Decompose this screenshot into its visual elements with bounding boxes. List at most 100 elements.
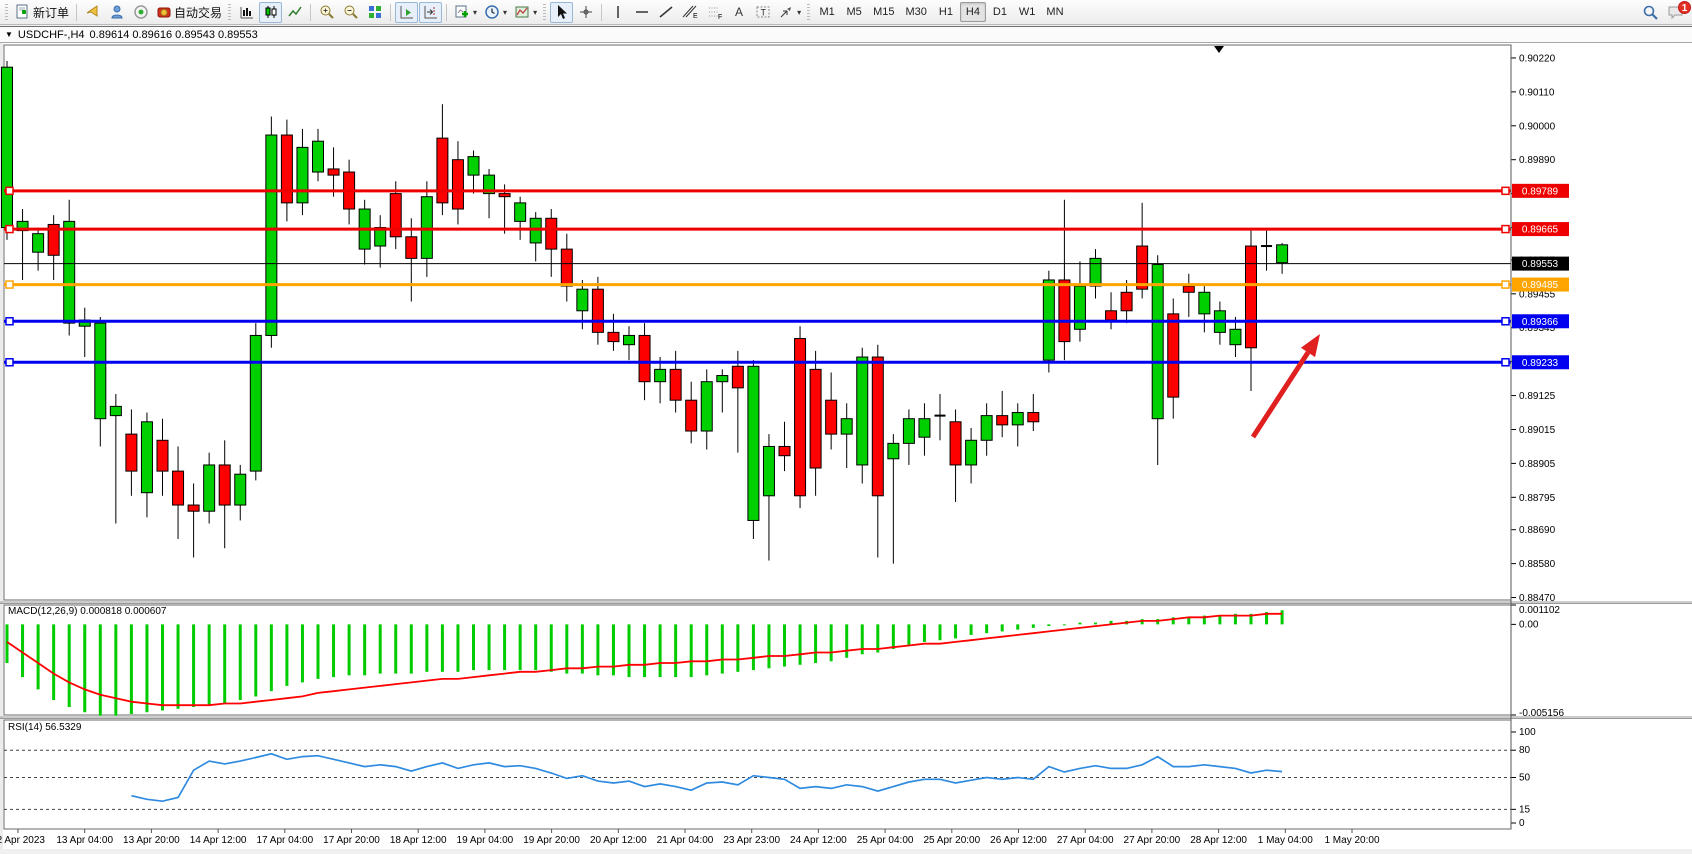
cursor-button[interactable] bbox=[550, 2, 573, 23]
label-button[interactable]: T bbox=[751, 2, 774, 23]
new-chart-button[interactable]: ▾ bbox=[451, 2, 480, 23]
line-chart-icon bbox=[287, 4, 303, 20]
hline-button[interactable] bbox=[630, 2, 653, 23]
separator bbox=[446, 4, 447, 21]
timeframe-H4[interactable]: H4 bbox=[960, 2, 986, 22]
svg-text:23 Apr 23:00: 23 Apr 23:00 bbox=[723, 835, 780, 846]
toolbar-grip bbox=[5, 4, 8, 21]
mt4-app: { "toolbar": { "new_order_label": "新订单",… bbox=[0, 0, 1692, 853]
sound-alert-button[interactable] bbox=[81, 2, 104, 23]
svg-text:0.89233: 0.89233 bbox=[1522, 358, 1559, 369]
separator bbox=[390, 4, 391, 21]
chart-shift-button[interactable] bbox=[419, 2, 442, 23]
indicators-icon bbox=[514, 4, 530, 20]
crosshair-icon bbox=[578, 4, 594, 20]
svg-text:17 Apr 04:00: 17 Apr 04:00 bbox=[256, 835, 313, 846]
svg-text:0.89125: 0.89125 bbox=[1519, 391, 1556, 402]
bar-chart-icon bbox=[239, 4, 255, 20]
candle-chart-button[interactable] bbox=[259, 2, 282, 23]
timeframe-M5[interactable]: M5 bbox=[841, 2, 867, 22]
new-order-icon bbox=[15, 4, 31, 20]
chart-title-bar[interactable]: ▼ USDCHF-,H4 0.89614 0.89616 0.89543 0.8… bbox=[0, 27, 1692, 43]
svg-text:24 Apr 12:00: 24 Apr 12:00 bbox=[790, 835, 847, 846]
search-button[interactable] bbox=[1639, 2, 1662, 23]
period-button[interactable]: ▾ bbox=[481, 2, 510, 23]
timeframe-group: M1M5M15M30H1H4D1W1MN bbox=[814, 2, 1068, 22]
shapes-button[interactable]: ▾ bbox=[775, 2, 804, 23]
vline-button[interactable] bbox=[606, 2, 629, 23]
main-toolbar: 新订单 自动交易 ▾ ▾ bbox=[0, 0, 1692, 25]
timeframe-M30[interactable]: M30 bbox=[901, 2, 932, 22]
dropdown-arrow-icon: ▾ bbox=[797, 8, 801, 17]
chart-svg[interactable]: 0.902200.901100.900000.898900.897800.896… bbox=[0, 43, 1692, 854]
svg-text:28 Apr 12:00: 28 Apr 12:00 bbox=[1190, 835, 1247, 846]
chat-button[interactable]: 1 bbox=[1663, 2, 1689, 23]
separator bbox=[76, 4, 77, 21]
new-order-button[interactable]: 新订单 bbox=[12, 2, 72, 23]
trendline-button[interactable] bbox=[654, 2, 677, 23]
svg-text:T: T bbox=[760, 8, 766, 18]
fibo-icon: E bbox=[681, 4, 699, 20]
timeframe-M15[interactable]: M15 bbox=[868, 2, 899, 22]
trendline-icon bbox=[658, 4, 674, 20]
text-button[interactable]: A bbox=[727, 2, 750, 23]
chart-window: ▼ USDCHF-,H4 0.89614 0.89616 0.89543 0.8… bbox=[0, 26, 1692, 853]
dropdown-arrow-icon: ▾ bbox=[473, 8, 477, 17]
timeframe-W1[interactable]: W1 bbox=[1014, 2, 1041, 22]
svg-text:18 Apr 12:00: 18 Apr 12:00 bbox=[390, 835, 447, 846]
auto-scroll-icon bbox=[399, 4, 415, 20]
signal-button[interactable] bbox=[129, 2, 152, 23]
indicators-button[interactable]: ▾ bbox=[511, 2, 540, 23]
svg-text:100: 100 bbox=[1519, 727, 1536, 738]
svg-text:19 Apr 04:00: 19 Apr 04:00 bbox=[457, 835, 514, 846]
timeframe-MN[interactable]: MN bbox=[1041, 2, 1068, 22]
svg-text:26 Apr 12:00: 26 Apr 12:00 bbox=[990, 835, 1047, 846]
chart-title-symbol: USDCHF-,H4 bbox=[18, 29, 85, 41]
text-a-icon: A bbox=[732, 4, 746, 20]
svg-text:0.89665: 0.89665 bbox=[1522, 225, 1559, 236]
svg-text:13 Apr 20:00: 13 Apr 20:00 bbox=[123, 835, 180, 846]
search-icon bbox=[1642, 4, 1659, 21]
svg-text:E: E bbox=[693, 13, 698, 20]
svg-text:0: 0 bbox=[1519, 818, 1525, 829]
svg-text:19 Apr 20:00: 19 Apr 20:00 bbox=[523, 835, 580, 846]
timeframe-H1[interactable]: H1 bbox=[933, 2, 959, 22]
svg-text:1 May 20:00: 1 May 20:00 bbox=[1324, 835, 1379, 846]
svg-text:14 Apr 12:00: 14 Apr 12:00 bbox=[190, 835, 247, 846]
auto-trading-button[interactable]: 自动交易 bbox=[153, 2, 225, 23]
svg-text:0.89485: 0.89485 bbox=[1522, 280, 1559, 291]
calendar-button[interactable] bbox=[105, 2, 128, 23]
grid-button[interactable]: F bbox=[703, 2, 726, 23]
fibo-button[interactable]: E bbox=[678, 2, 702, 23]
svg-text:0.88690: 0.88690 bbox=[1519, 525, 1556, 536]
dropdown-arrow-icon: ▾ bbox=[503, 8, 507, 17]
svg-text:20 Apr 12:00: 20 Apr 12:00 bbox=[590, 835, 647, 846]
svg-text:12 Apr 2023: 12 Apr 2023 bbox=[0, 835, 45, 846]
separator bbox=[310, 4, 311, 21]
toolbar-grip bbox=[228, 4, 231, 21]
toolbar-grip bbox=[543, 4, 546, 21]
auto-scroll-button[interactable] bbox=[395, 2, 418, 23]
svg-text:25 Apr 04:00: 25 Apr 04:00 bbox=[857, 835, 914, 846]
separator bbox=[601, 4, 602, 21]
svg-text:0.90220: 0.90220 bbox=[1519, 53, 1556, 64]
grid-icon: F bbox=[707, 4, 723, 20]
timeframe-M1[interactable]: M1 bbox=[814, 2, 840, 22]
shapes-icon bbox=[778, 4, 794, 20]
crosshair-button[interactable] bbox=[574, 2, 597, 23]
svg-text:50: 50 bbox=[1519, 773, 1531, 784]
chart-shift-icon bbox=[423, 4, 439, 20]
line-chart-button[interactable] bbox=[283, 2, 306, 23]
tile-windows-button[interactable] bbox=[363, 2, 386, 23]
candle-chart-icon bbox=[263, 4, 279, 20]
timeframe-D1[interactable]: D1 bbox=[987, 2, 1013, 22]
svg-text:27 Apr 04:00: 27 Apr 04:00 bbox=[1057, 835, 1114, 846]
horizontal-line-icon bbox=[634, 4, 650, 20]
zoom-out-button[interactable] bbox=[339, 2, 362, 23]
zoom-in-button[interactable] bbox=[315, 2, 338, 23]
bar-chart-button[interactable] bbox=[235, 2, 258, 23]
svg-text:0.001102: 0.001102 bbox=[1519, 605, 1560, 616]
svg-text:80: 80 bbox=[1519, 745, 1531, 756]
sound-alert-icon bbox=[85, 4, 101, 20]
toolbar-grip bbox=[807, 4, 810, 21]
